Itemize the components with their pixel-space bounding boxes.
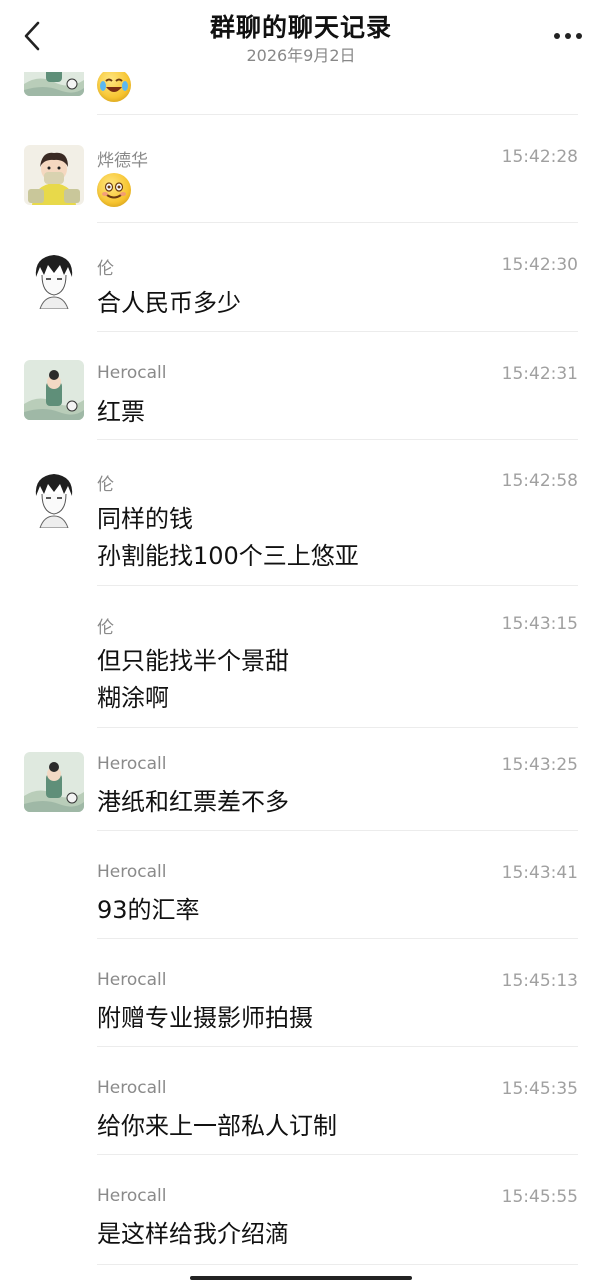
message-text: 附赠专业摄影师拍摄: [97, 1004, 313, 1032]
sender-name: Herocall: [97, 754, 167, 774]
message-text: 港纸和红票差不多: [97, 788, 289, 816]
message-text: 但只能找半个景甜: [97, 647, 289, 675]
message-time: 15:43:41: [501, 863, 578, 883]
sender-name: 伦: [97, 475, 114, 495]
message-time: 15:43:25: [501, 755, 578, 775]
message-text: 糊涂啊: [97, 684, 169, 712]
message-text: 93的汇率: [97, 896, 200, 924]
message-item: 伦 15:42:58 同样的钱 孙割能找100个三上悠亚: [0, 440, 602, 586]
message-time: 15:43:15: [501, 614, 578, 634]
message-time: 15:42:58: [501, 471, 578, 491]
message-divider: [97, 1264, 578, 1265]
sender-name: Herocall: [97, 1078, 167, 1098]
sender-name: 烨德华: [97, 151, 148, 171]
smiling-emoji-icon: [97, 173, 131, 207]
sender-name: Herocall: [97, 862, 167, 882]
sender-name: 伦: [97, 259, 114, 279]
yedehua-avatar[interactable]: [24, 145, 84, 205]
message-item: 伦 15:43:15 但只能找半个景甜 糊涂啊: [0, 586, 602, 728]
message-item: Herocall 15:42:31 红票: [0, 332, 602, 440]
message-item: Herocall 15:45:13 附赠专业摄影师拍摄: [0, 939, 602, 1047]
more-options-icon[interactable]: [548, 22, 588, 50]
message-text: 孙割能找100个三上悠亚: [97, 542, 359, 570]
message-item: 伦 15:42:30 合人民币多少: [0, 223, 602, 332]
message-item: 烨德华 15:42:28: [0, 115, 602, 223]
message-item: Herocall 15:45:55 是这样给我介绍滴: [0, 1155, 602, 1265]
message-item: Herocall 15:45:35 给你来上一部私人订制: [0, 1047, 602, 1155]
message-text: 红票: [97, 398, 145, 426]
sender-name: Herocall: [97, 1186, 167, 1206]
message-time: 15:45:13: [501, 971, 578, 991]
page-subtitle-date: 2026年9月2日: [246, 46, 356, 65]
page-title: 群聊的聊天记录: [209, 13, 392, 42]
message-time: 15:42:31: [501, 364, 578, 384]
sender-name: Herocall: [97, 363, 167, 383]
message-text: 同样的钱: [97, 505, 193, 533]
lun-avatar[interactable]: [24, 468, 84, 528]
herocall-avatar[interactable]: [24, 360, 84, 420]
message-item: Herocall 15:43:41 93的汇率: [0, 831, 602, 939]
message-time: 15:42:28: [501, 147, 578, 167]
laughing-crying-emoji-icon: [97, 68, 131, 102]
message-time: 15:45:35: [501, 1079, 578, 1099]
message-time: 15:42:30: [501, 255, 578, 275]
message-text: 合人民币多少: [97, 289, 241, 317]
sender-name: Herocall: [97, 970, 167, 990]
herocall-avatar[interactable]: [24, 752, 84, 812]
message-text: 是这样给我介绍滴: [97, 1220, 289, 1248]
message-item: Herocall 15:43:25 港纸和红票差不多: [0, 728, 602, 831]
sender-name: 伦: [97, 618, 114, 638]
message-time: 15:45:55: [501, 1187, 578, 1207]
header: 群聊的聊天记录 2026年9月2日: [0, 0, 602, 72]
home-indicator[interactable]: [190, 1276, 412, 1280]
lun-avatar[interactable]: [24, 249, 84, 309]
message-text: 给你来上一部私人订制: [97, 1112, 337, 1140]
